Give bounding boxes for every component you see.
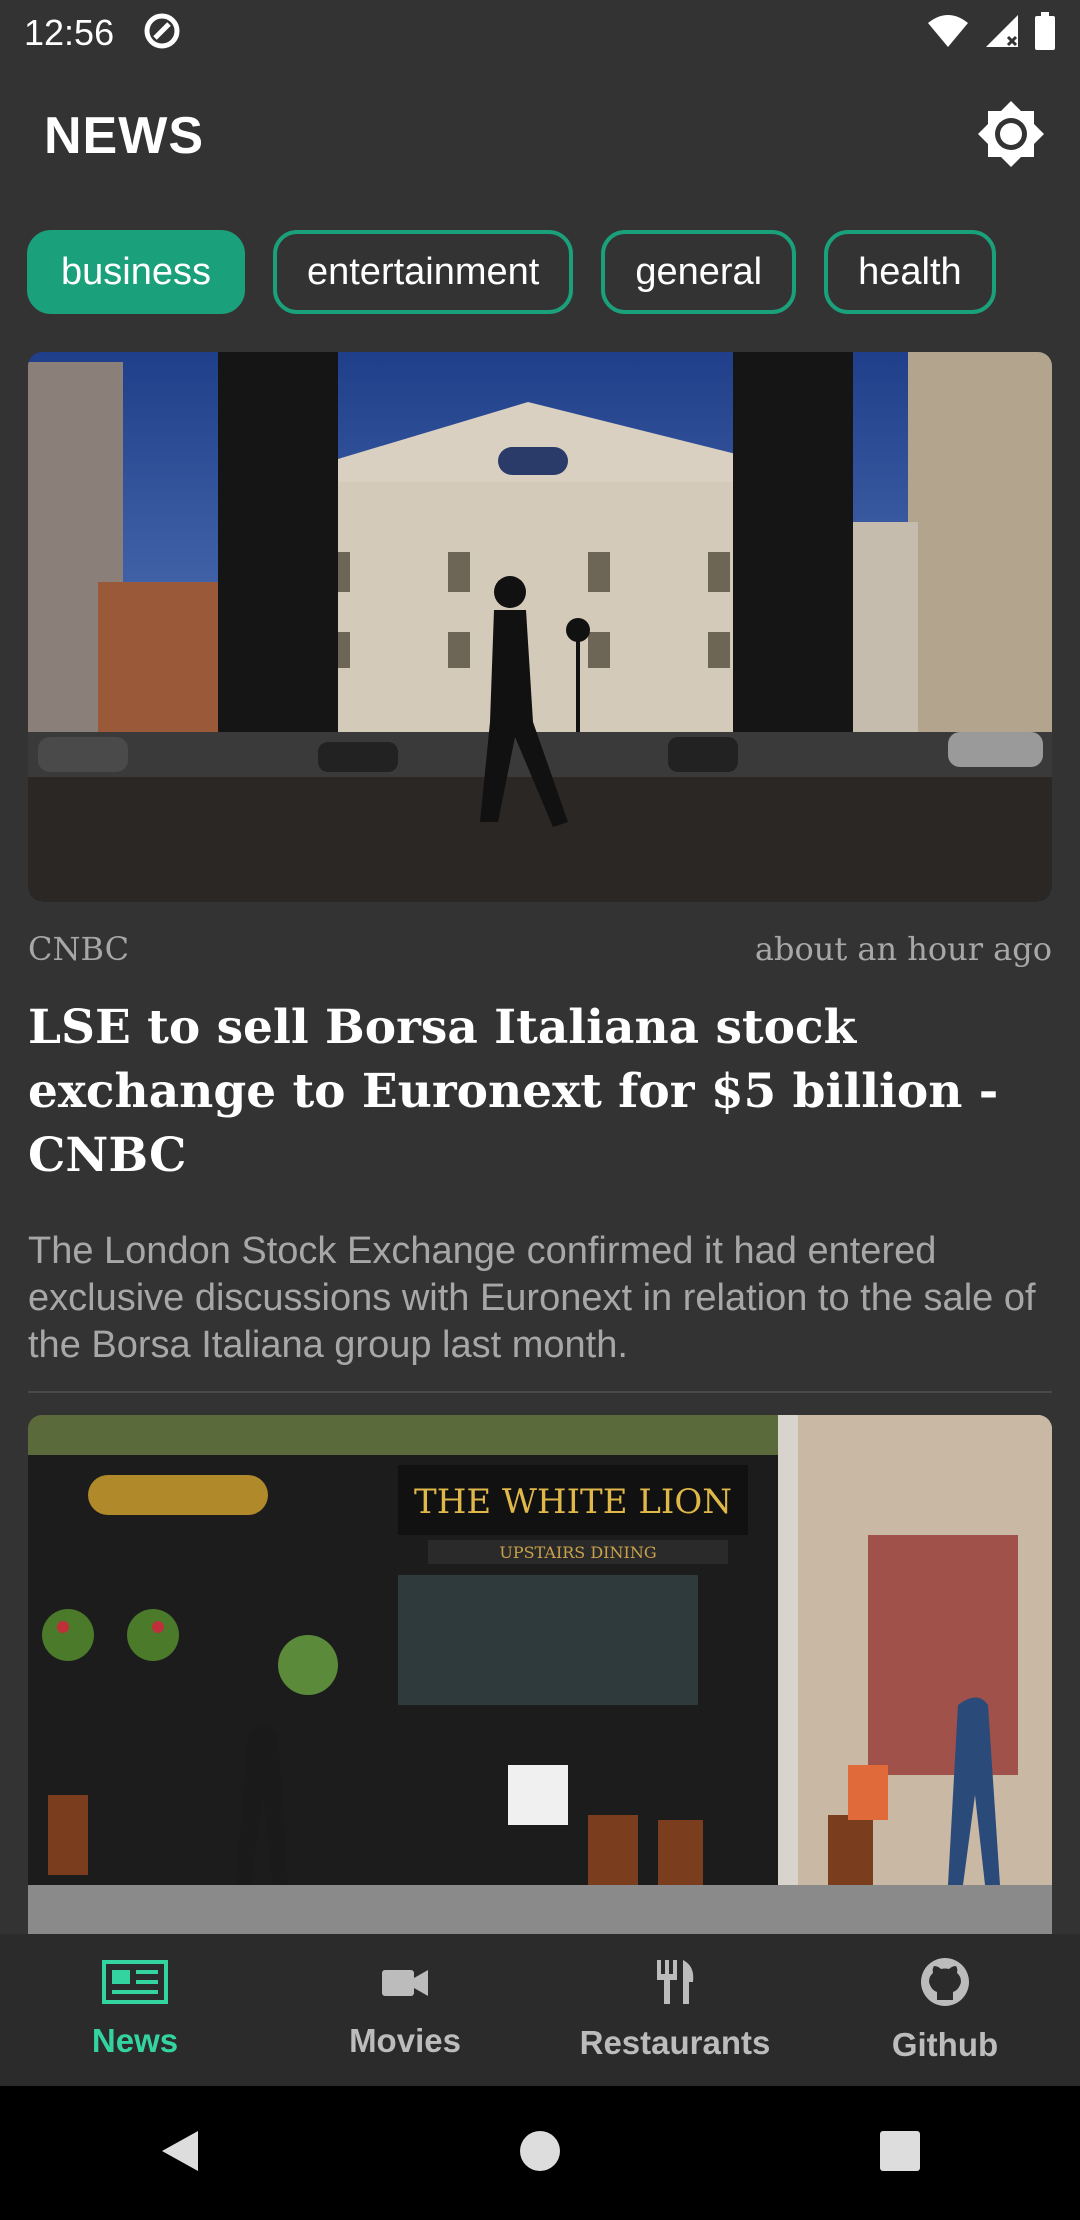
brightness-icon[interactable] [976,99,1046,173]
app-bar: NEWS [0,66,1080,206]
system-navigation [0,2086,1080,2220]
nav-label-restaurants: Restaurants [579,2024,771,2061]
article-description: The London Stock Exchange confirmed it h… [28,1230,1036,1366]
news-feed[interactable]: CNBC about an hour ago LSE to sell Borsa… [0,352,1080,1934]
article-source: CNBC [28,930,130,968]
article-headline[interactable]: LSE to sell Borsa Italiana stock exchang… [28,996,1052,1188]
page-title: NEWS [44,107,204,165]
wifi-icon [926,13,970,53]
category-chips: business entertainment general health [0,230,1080,314]
fork-knife-icon [653,1958,697,2014]
status-right [926,12,1056,54]
chip-health[interactable]: health [824,230,996,314]
recents-icon[interactable] [878,2129,922,2177]
nav-label-movies: Movies [349,2022,461,2059]
nav-label-news: News [91,2022,179,2059]
at-sign-icon [142,11,182,55]
article-image[interactable] [28,352,1052,902]
pub-sign: THE WHITE LION [414,1482,732,1522]
status-bar: 12:56 [0,0,1080,66]
signal-icon [984,13,1020,53]
video-camera-icon [380,1960,430,2012]
back-icon[interactable] [158,2127,202,2179]
nav-item-restaurants[interactable]: Restaurants [540,1934,810,2086]
chip-entertainment[interactable]: entertainment [272,230,574,314]
article-time: about an hour ago [754,930,1052,968]
nav-item-movies[interactable]: Movies [270,1934,540,2086]
article-divider [28,1391,1052,1393]
pub-subsign: UPSTAIRS DINING [499,1543,656,1562]
bottom-navigation: News Movies Restaurants Github [0,1934,1080,2086]
article-meta: CNBC about an hour ago [28,930,1052,968]
article-image[interactable]: THE WHITE LION UPSTAIRS DINING [28,1415,1052,1934]
chip-business[interactable]: business [27,230,245,314]
chip-general[interactable]: general [601,230,797,314]
article-card[interactable]: THE WHITE LION UPSTAIRS DINING [28,1415,1052,1934]
nav-item-github[interactable]: Github [810,1934,1080,2086]
home-icon[interactable] [518,2129,562,2177]
newspaper-icon [102,1960,168,2012]
status-left: 12:56 [24,11,182,55]
nav-item-news[interactable]: News [0,1934,270,2086]
nav-label-github: Github [891,2026,999,2063]
article-card[interactable]: CNBC about an hour ago LSE to sell Borsa… [28,352,1052,1393]
battery-icon [1034,12,1056,54]
status-time: 12:56 [24,12,115,53]
github-icon [919,1956,971,2016]
